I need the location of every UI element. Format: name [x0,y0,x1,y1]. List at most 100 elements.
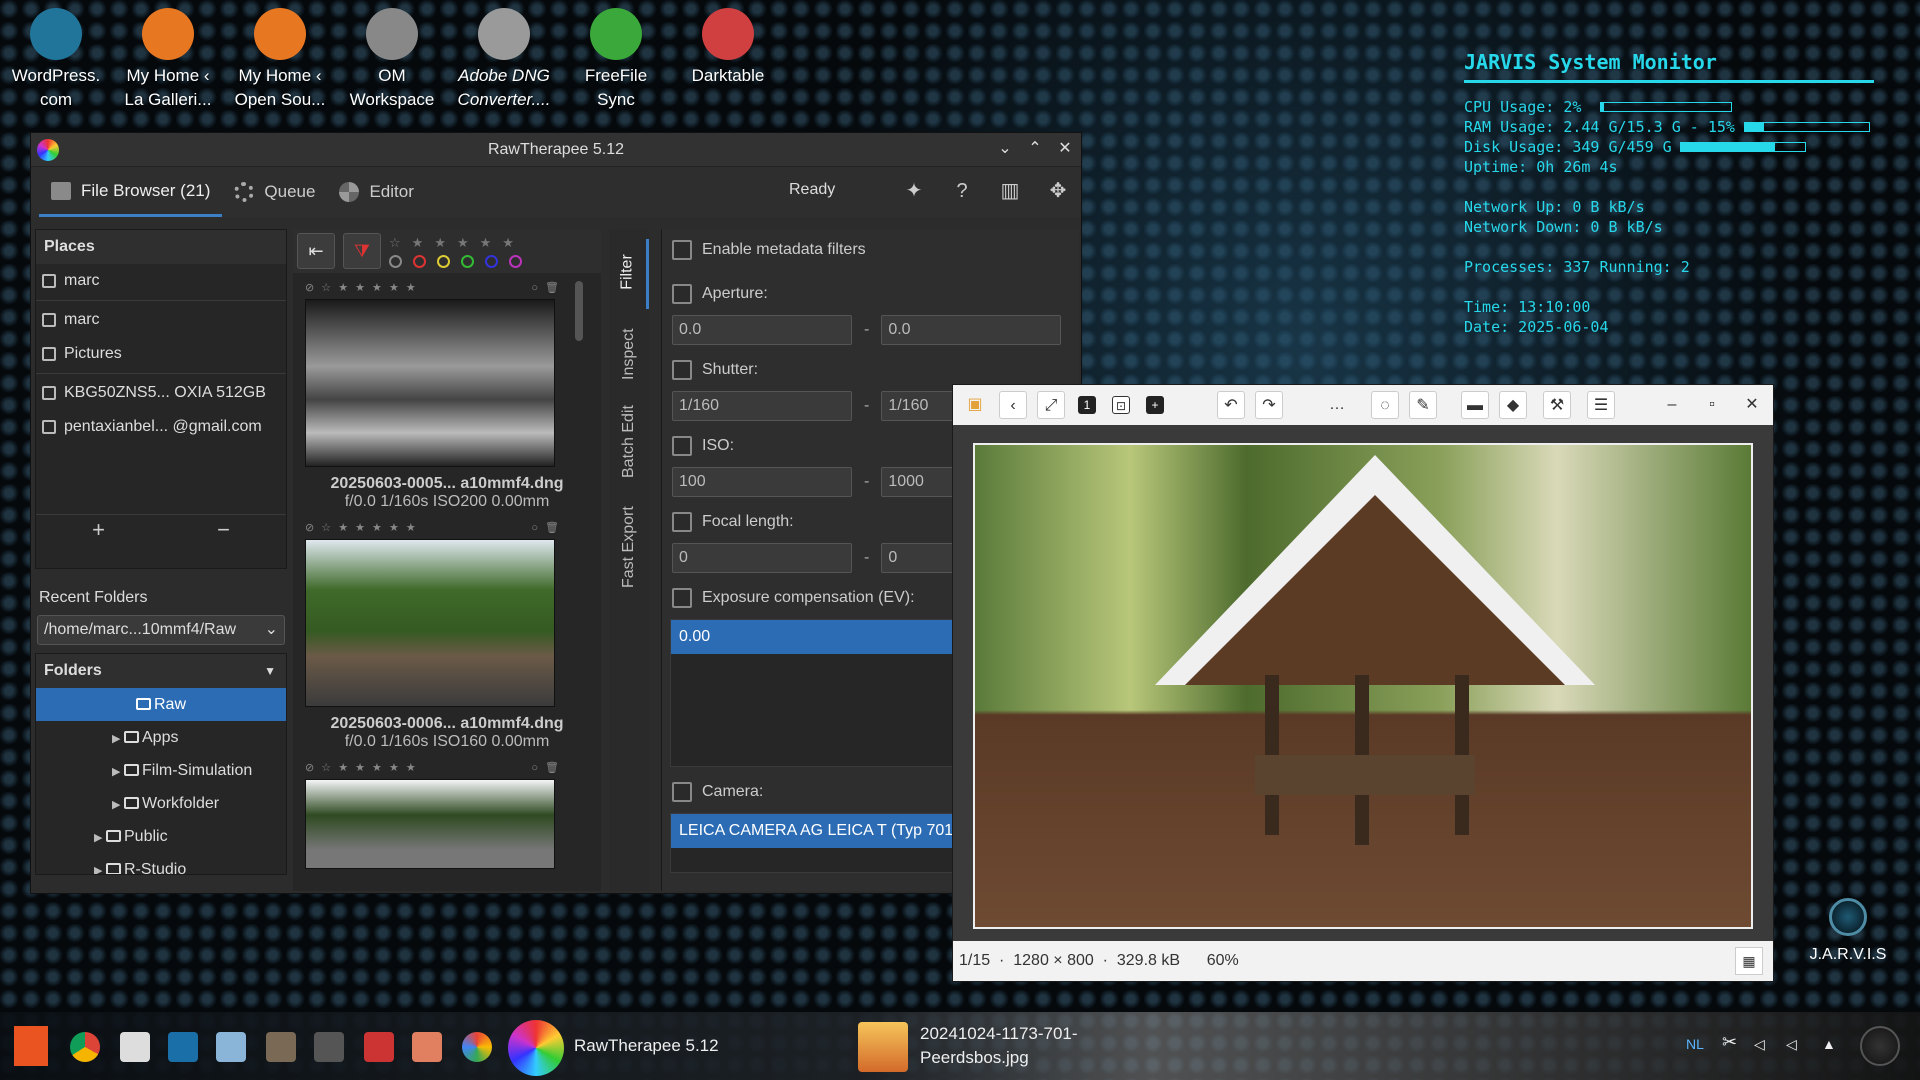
tab-fast-export[interactable]: Fast Export [609,506,649,625]
maximize-button[interactable]: ⌃ [1025,139,1045,159]
star-icon[interactable]: ★ [434,235,446,251]
aperture-to-input[interactable]: 0.0 [881,315,1062,345]
shutter-from-input[interactable]: 1/160 [672,391,852,421]
jarvis-logo[interactable]: J.A.R.V.I.S [1808,898,1888,964]
aperture-from-input[interactable]: 0.0 [672,315,852,345]
place-item[interactable]: KBG50ZNS5... OXIA 512GB [36,376,286,410]
folder-raw[interactable]: Raw [36,688,286,721]
image-task-label-1[interactable]: 20241024-1173-701- [920,1024,1078,1044]
tag-icon[interactable]: ◆ [1499,391,1527,419]
minimize-button[interactable]: – [1661,391,1683,419]
scissors-icon[interactable]: ✂ [1722,1032,1737,1053]
recent-folders-combo[interactable]: /home/marc...10mmf4/Raw ⌄ [37,615,285,645]
settings-icon[interactable] [216,1032,246,1062]
brush-icon[interactable]: ✎ [1409,391,1437,419]
comment-icon[interactable]: ▬ [1461,391,1489,419]
iso-from-input[interactable]: 100 [672,467,852,497]
tab-file-browser[interactable]: File Browser (21) [39,167,223,217]
tab-queue[interactable]: Queue [222,167,327,217]
photo-viewer-icon[interactable] [412,1032,442,1062]
zoom-in-icon[interactable]: + [1146,396,1164,414]
checkbox[interactable] [672,436,692,456]
place-item[interactable]: pentaxianbel... @gmail.com [36,410,286,444]
new-star-icon[interactable]: ✦ [901,179,927,203]
focal-from-input[interactable]: 0 [672,543,852,573]
gallery-grid-icon[interactable]: ▦ [1735,947,1763,975]
volume-icon[interactable]: ◁ [1786,1036,1797,1053]
rotate-left-icon[interactable]: ↶ [1217,391,1245,419]
gimp-icon[interactable] [266,1032,296,1062]
tray-expand-icon[interactable]: ▲ [1822,1036,1836,1052]
add-place-button[interactable]: + [92,517,105,543]
tab-batch-edit[interactable]: Batch Edit [609,405,649,509]
title-bar[interactable]: RawTherapee 5.12 ⌄ ⌃ ✕ [31,133,1081,167]
color-blue-icon[interactable] [485,254,498,268]
thumb-actions-icon[interactable]: ○ 🗑 [531,521,561,534]
rotate-right-icon[interactable]: ↷ [1255,391,1283,419]
rawtherapee-task-label[interactable]: RawTherapee 5.12 [574,1036,719,1056]
folder-apps[interactable]: ▶ Apps [36,721,286,754]
folder-r-studio[interactable]: ▶ R-Studio [36,853,286,874]
folders-header[interactable]: Folders ▼ [36,654,286,688]
zoom-original-icon[interactable]: 1 [1078,396,1096,414]
color-red-icon[interactable] [413,254,426,268]
checkbox[interactable] [672,782,692,802]
star-icon[interactable]: ★ [502,235,514,251]
color-green-icon[interactable] [461,254,474,268]
close-button[interactable]: ✕ [1055,139,1075,159]
close-button[interactable]: ✕ [1741,391,1763,419]
lightbulb-icon[interactable]: ◌ [1371,391,1399,419]
tray-icon[interactable]: ◁ [1754,1036,1765,1053]
displayed-photo[interactable] [973,443,1753,929]
fullscreen-icon[interactable]: ✥ [1045,179,1071,203]
enable-metadata-filters[interactable]: Enable metadata filters [672,235,1079,265]
editor-icon[interactable] [168,1032,198,1062]
desktop-icon[interactable]: FreeFile Sync [566,8,666,112]
minimize-button[interactable]: ⌄ [995,139,1015,159]
tab-editor[interactable]: Editor [327,167,425,217]
thumbnail-image[interactable] [305,779,555,869]
place-item[interactable]: Pictures [36,337,286,371]
place-item[interactable]: marc [36,303,286,337]
color-purple-icon[interactable] [509,254,522,268]
folder-film-simulation[interactable]: ▶ Film-Simulation [36,754,286,787]
folder-workfolder[interactable]: ▶ Workfolder [36,787,286,820]
shutter-filter[interactable]: Shutter: [672,355,1079,385]
desktop-icon[interactable]: Adobe DNG Converter.... [454,8,554,112]
thumbnail-image[interactable] [305,539,555,707]
preferences-icon[interactable]: ▥ [997,179,1023,203]
photos-icon[interactable] [462,1032,492,1062]
wrench-icon[interactable]: ⚒ [1543,391,1571,419]
rawtherapee-taskbar-icon[interactable] [508,1020,564,1076]
image-task-label-2[interactable]: Peerdsbos.jpg [920,1048,1029,1068]
files-icon[interactable] [120,1032,150,1062]
checkbox[interactable] [672,588,692,608]
aperture-filter[interactable]: Aperture: [672,279,1079,309]
star-icon[interactable]: ☆ [389,235,401,251]
previous-icon[interactable]: ‹ [999,391,1027,419]
place-item[interactable]: marc [36,264,286,298]
checkbox[interactable] [672,360,692,380]
desktop-icon[interactable]: My Home ‹ Open Sou... [230,8,330,112]
desktop-icon[interactable]: My Home ‹ La Galleri... [118,8,218,112]
clock-icon[interactable] [1860,1026,1900,1066]
maximize-button[interactable]: ▫ [1701,391,1723,419]
filter-button[interactable]: ⧩ [343,233,381,269]
desktop-icon[interactable]: WordPress. com [6,8,106,112]
keyboard-layout[interactable]: NL [1686,1036,1704,1052]
chrome-icon[interactable] [70,1032,100,1062]
remove-place-button[interactable]: − [217,517,230,543]
desktop-icon[interactable]: Darktable [678,8,778,88]
thumb-actions-icon[interactable]: ○ 🗑 [531,761,561,774]
desktop-icon[interactable]: OM Workspace [342,8,442,112]
checkbox[interactable] [672,512,692,532]
image-thumbnail-icon[interactable] [858,1022,908,1072]
color-label-filter[interactable] [389,254,522,268]
star-icon[interactable]: ★ [457,235,469,251]
thumbnail-image[interactable] [305,299,555,467]
color-none-icon[interactable] [389,254,402,268]
ubuntu-menu-icon[interactable] [14,1026,48,1066]
rating-filter[interactable]: ☆ ★ ★ ★ ★ ★ [389,235,522,251]
tab-filter[interactable]: Filter [609,239,649,309]
fullscreen-icon[interactable]: ⤢ [1037,391,1065,419]
